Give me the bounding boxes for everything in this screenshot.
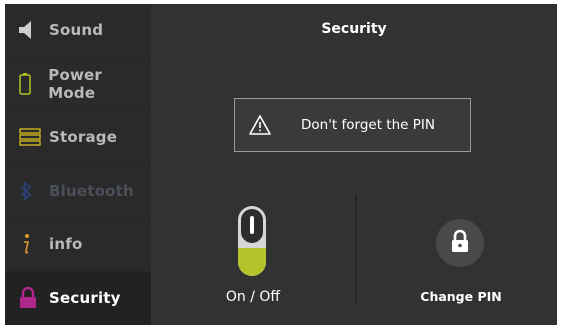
settings-sidebar: Sound Power Mode Storage Bluetooth info bbox=[5, 4, 151, 325]
security-panel: Security Don't forget the PIN On / Off C… bbox=[151, 4, 557, 325]
sidebar-item-sound[interactable]: Sound bbox=[5, 4, 151, 58]
sidebar-item-label: info bbox=[49, 235, 83, 254]
section-divider bbox=[355, 195, 357, 303]
battery-icon bbox=[19, 72, 42, 96]
page-title: Security bbox=[321, 21, 387, 37]
device-screen: Sound Power Mode Storage Bluetooth info bbox=[5, 4, 557, 325]
sidebar-item-info[interactable]: info bbox=[5, 218, 151, 272]
sidebar-item-label: Power Mode bbox=[48, 65, 102, 102]
sidebar-item-label: Bluetooth bbox=[49, 181, 134, 200]
toggle-fill bbox=[238, 248, 266, 276]
warning-icon bbox=[249, 115, 271, 135]
sidebar-item-label: Sound bbox=[49, 21, 104, 40]
change-pin-label[interactable]: Change PIN bbox=[401, 289, 521, 304]
sidebar-item-power-mode[interactable]: Power Mode bbox=[5, 58, 151, 111]
warning-text: Don't forget the PIN bbox=[301, 117, 435, 133]
info-icon bbox=[19, 232, 43, 256]
lock-icon bbox=[450, 229, 470, 257]
pin-warning-banner: Don't forget the PIN bbox=[234, 98, 471, 152]
lock-icon bbox=[19, 286, 43, 310]
sidebar-item-label: Storage bbox=[49, 128, 118, 147]
sidebar-item-storage[interactable]: Storage bbox=[5, 111, 151, 165]
toggle-label: On / Off bbox=[225, 289, 281, 305]
sidebar-item-bluetooth[interactable]: Bluetooth bbox=[5, 165, 151, 218]
speaker-icon bbox=[19, 18, 43, 42]
sidebar-item-security[interactable]: Security bbox=[5, 271, 151, 325]
storage-icon bbox=[19, 125, 43, 149]
bluetooth-icon bbox=[19, 179, 43, 203]
change-pin-button[interactable] bbox=[436, 219, 484, 267]
on-off-toggle[interactable] bbox=[238, 206, 266, 276]
toggle-knob bbox=[241, 209, 263, 243]
sidebar-item-label: Security bbox=[49, 288, 121, 307]
